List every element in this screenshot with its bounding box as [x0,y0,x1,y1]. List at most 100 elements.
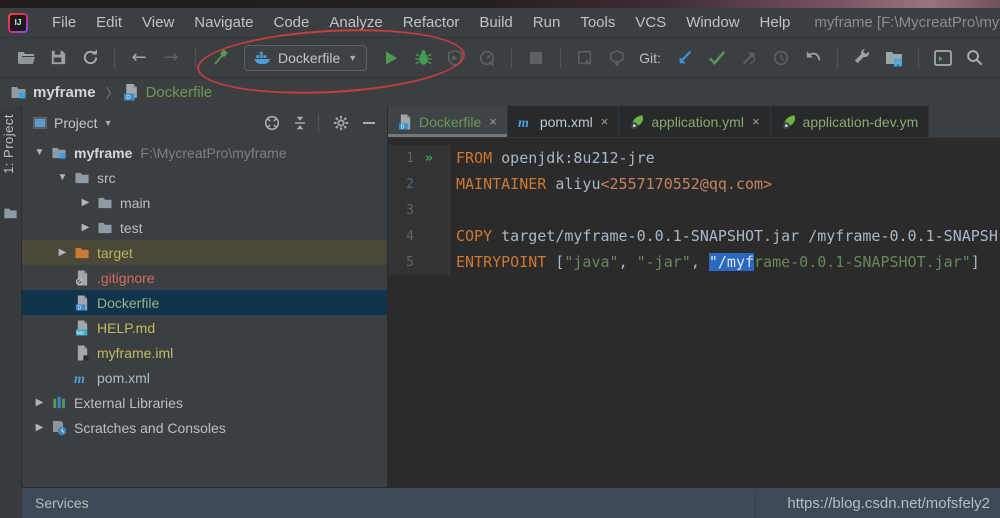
close-icon[interactable]: × [752,114,760,129]
tree-item-help-md[interactable]: MD HELP.md [22,315,387,340]
run-configuration-select[interactable]: Dockerfile ▼ [244,45,367,71]
favorites-folder-icon[interactable] [3,206,18,220]
terminal-icon[interactable] [930,45,956,71]
locate-file-icon[interactable] [260,111,284,135]
tab-application-dev-yml[interactable]: application-dev.ym [771,106,930,137]
libraries-icon [49,395,69,410]
project-structure-icon[interactable] [881,45,907,71]
menu-window[interactable]: Window [676,14,749,31]
tree-item-dockerfile[interactable]: D Dockerfile [22,290,387,315]
menu-navigate[interactable]: Navigate [184,14,263,31]
chevron-down-icon[interactable]: ▼ [104,118,113,128]
menu-code[interactable]: Code [263,14,319,31]
run-icon[interactable] [378,45,404,71]
sync-icon[interactable] [77,45,103,71]
breadcrumb-file[interactable]: Dockerfile [146,84,213,101]
toolbar-separator [560,48,561,68]
line-number: 4 [388,229,414,244]
breadcrumb-project[interactable]: myframe [33,84,96,101]
menu-help[interactable]: Help [750,14,801,31]
git-update-icon[interactable] [672,45,698,71]
tab-label: application.yml [651,114,744,130]
tree-item-label: Dockerfile [97,295,159,311]
menu-run[interactable]: Run [523,14,571,31]
collapse-arrow-icon[interactable]: ▶ [30,422,49,433]
folder-icon [95,195,115,210]
collapse-all-icon[interactable] [288,111,312,135]
tab-pom-xml[interactable]: m pom.xml × [508,106,620,137]
menu-view[interactable]: View [132,14,184,31]
settings-wrench-icon[interactable] [849,45,875,71]
tree-item-myframe-root[interactable]: ▼ myframe F:\MycreatPro\myframe [22,140,387,165]
collapse-arrow-icon[interactable]: ▶ [76,197,95,208]
run-line-marker-icon[interactable]: » [414,151,444,166]
tree-item-myframe-iml[interactable]: myframe.iml [22,340,387,365]
collapse-arrow-icon[interactable]: ▶ [53,247,72,258]
status-bar: Services https://blog.csdn.net/mofsfely2 [22,487,1000,518]
save-icon[interactable] [45,45,71,71]
editor-tab-bar: D Dockerfile × m pom.xml × applica [388,106,1000,138]
tab-label: application-dev.ym [803,114,919,130]
close-icon[interactable]: × [601,114,609,129]
svg-text:m: m [518,116,529,130]
tree-item-label: src [97,170,116,186]
menu-tools[interactable]: Tools [570,14,625,31]
docker-file-icon: D [123,84,140,101]
tree-item-external-libraries[interactable]: ▶ External Libraries [22,390,387,415]
project-panel-header: Project ▼ [22,106,387,140]
menu-vcs[interactable]: VCS [625,14,676,31]
docker-file-icon: D [72,295,92,311]
tree-item-label: target [97,245,133,261]
intellij-logo-icon [8,13,28,33]
debug-icon[interactable] [410,45,436,71]
build-hammer-icon[interactable] [207,45,233,71]
tool-window-project-tab[interactable]: 1: Project [1,114,16,174]
gear-icon[interactable] [329,111,353,135]
expand-arrow-icon[interactable]: ▼ [30,147,49,158]
main-toolbar: ← → Dockerfile ▼ [0,38,1000,78]
markdown-file-icon: MD [72,320,92,336]
tree-item-scratches[interactable]: ▶ Scratches and Consoles [22,415,387,440]
collapse-arrow-icon[interactable]: ▶ [76,222,95,233]
code-line: 2 MAINTAINER aliyu<2557170552@qq.com> [388,171,1000,197]
expand-arrow-icon[interactable]: ▼ [53,172,72,183]
menu-edit[interactable]: Edit [86,14,132,31]
tree-item-gitignore[interactable]: .gitignore [22,265,387,290]
forward-icon: → [158,45,184,71]
editor-pane[interactable]: 1 » FROM openjdk:8u212-jre 2 MAINTAINER … [388,138,1000,487]
toolbar-separator [511,48,512,68]
tool-window-stripe: 1: Project [0,106,22,487]
project-tree: ▼ myframe F:\MycreatPro\myframe ▼ src ▶ [22,140,387,487]
tree-item-test[interactable]: ▶ test [22,215,387,240]
text-selection: "/myf [709,253,754,271]
menu-analyze[interactable]: Analyze [319,14,392,31]
tree-item-path: F:\MycreatPro\myframe [140,145,286,161]
tree-item-label: pom.xml [97,370,150,386]
services-tool-window-button[interactable]: Services [35,495,89,511]
git-commit-icon[interactable] [704,45,730,71]
menu-build[interactable]: Build [469,14,522,31]
tab-application-yml[interactable]: application.yml × [619,106,770,137]
collapse-arrow-icon[interactable]: ▶ [30,397,49,408]
svg-text:D: D [77,305,81,311]
project-panel-title[interactable]: Project [54,115,98,131]
hide-panel-icon[interactable] [357,111,381,135]
profiler-icon [474,45,500,71]
tree-item-target[interactable]: ▶ target [22,240,387,265]
line-number: 3 [388,203,414,218]
tree-item-main[interactable]: ▶ main [22,190,387,215]
open-icon[interactable] [13,45,39,71]
menu-file[interactable]: File [42,14,86,31]
rollback-icon[interactable] [800,45,826,71]
status-bar-corner [0,487,22,518]
menu-refactor[interactable]: Refactor [393,14,470,31]
tab-dockerfile[interactable]: D Dockerfile × [388,106,508,137]
tree-item-src[interactable]: ▼ src [22,165,387,190]
maven-file-icon: m [72,370,92,386]
search-everywhere-icon[interactable] [962,45,988,71]
back-icon[interactable]: ← [126,45,152,71]
close-icon[interactable]: × [489,114,497,129]
tree-item-label: Scratches and Consoles [74,420,226,436]
tree-item-pom-xml[interactable]: m pom.xml [22,365,387,390]
header-separator [318,114,319,132]
